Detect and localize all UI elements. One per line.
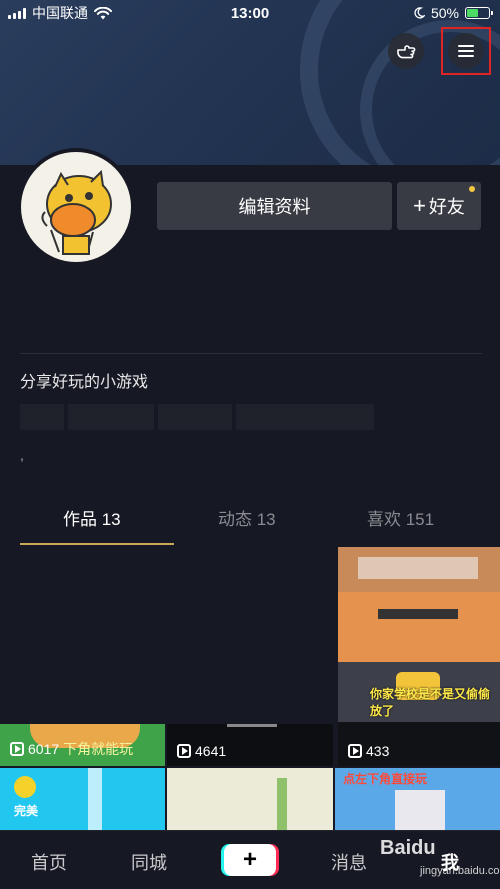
video-caption: 完美	[14, 804, 39, 818]
tag-placeholder	[20, 404, 64, 430]
tag-placeholder	[236, 404, 374, 430]
nav-messages[interactable]: 消息	[331, 849, 367, 875]
highlight-box	[441, 27, 491, 75]
profile-tags	[20, 404, 374, 430]
edit-profile-button[interactable]: 编辑资料	[157, 182, 392, 230]
create-button[interactable]: +	[224, 844, 276, 876]
video-caption: 点左下角直接玩	[343, 772, 428, 786]
watermark-url: jingyan.baidu.com	[420, 865, 500, 877]
thumbnail-art	[227, 724, 277, 727]
divider	[20, 353, 482, 354]
play-count-value: 4641	[195, 743, 227, 759]
add-friend-label: 好友	[428, 197, 465, 217]
tab-activity[interactable]: 动态 13	[218, 505, 276, 530]
status-bar: 中国联通 13:00 50%	[0, 0, 500, 26]
gesture-button[interactable]	[388, 33, 424, 69]
thumbnail-art	[358, 557, 478, 579]
play-count-value: 6017	[28, 741, 60, 757]
notification-dot	[469, 186, 475, 192]
video-caption: 你家学校是不是又偷偷放了	[370, 687, 491, 718]
video-tile[interactable]: 完美	[0, 768, 165, 830]
bio-extra: ,	[20, 447, 24, 463]
plus-icon: +	[242, 846, 257, 873]
watermark-logo: Baidu	[380, 837, 436, 859]
thumbnail-art	[395, 790, 445, 830]
play-icon	[10, 742, 24, 756]
thumbnail-art	[378, 609, 458, 619]
video-tile[interactable]: 4641	[167, 724, 333, 766]
video-tile[interactable]: 点左下角直接玩	[335, 768, 500, 830]
tab-likes[interactable]: 喜欢 151	[367, 505, 434, 530]
add-friend-button[interactable]: + 好友	[397, 182, 481, 230]
play-count: 4641	[177, 743, 226, 759]
bio-text: 分享好玩的小游戏	[20, 374, 149, 391]
video-caption: 下角就能玩	[63, 741, 134, 757]
battery-icon	[465, 7, 493, 19]
nav-city[interactable]: 同城	[131, 849, 167, 875]
tab-works[interactable]: 作品 13	[63, 505, 121, 530]
play-count: 6017 下角就能玩	[10, 739, 133, 759]
play-count-value: 433	[366, 743, 390, 759]
smiley-icon	[14, 776, 36, 798]
thumbnail-art	[338, 592, 500, 662]
avatar[interactable]	[17, 148, 135, 266]
moon-icon	[414, 7, 425, 19]
tag-placeholder	[158, 404, 232, 430]
video-tile[interactable]: 6017 下角就能玩	[0, 724, 165, 766]
play-icon	[348, 744, 362, 758]
play-icon	[177, 744, 191, 758]
content-tabs: 作品 13 动态 13 喜欢 151	[0, 505, 500, 545]
nav-home[interactable]: 首页	[31, 849, 67, 875]
video-tile[interactable]: 你家学校是不是又偷偷放了 433	[338, 547, 500, 766]
battery-percent: 50%	[430, 5, 459, 21]
active-tab-indicator	[20, 543, 174, 545]
hand-point-icon	[397, 45, 416, 59]
plus-icon: +	[413, 193, 426, 218]
avatar-cartoon-image	[41, 169, 112, 255]
video-tile[interactable]	[167, 768, 333, 830]
thumbnail-art	[277, 778, 287, 830]
play-count: 433	[348, 743, 389, 759]
tag-placeholder	[68, 404, 154, 430]
thumbnail-art	[88, 768, 102, 830]
